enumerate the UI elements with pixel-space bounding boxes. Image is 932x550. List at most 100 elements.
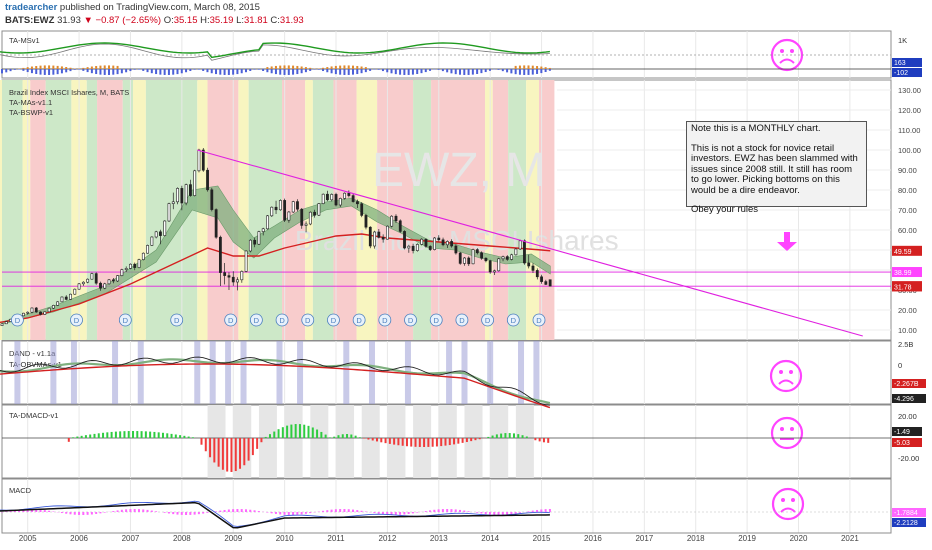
indicator-label: MACD: [9, 486, 32, 495]
candle-body: [73, 288, 77, 295]
watermark-ticker: EWZ, M: [372, 144, 545, 197]
candle-body: [424, 238, 428, 247]
dmacd-histogram-bar: [542, 438, 545, 443]
candle-body: [124, 268, 128, 270]
dmacd-histogram-bar: [106, 432, 109, 438]
ms-histogram-bar: [304, 67, 307, 69]
ms-histogram-bar: [313, 69, 316, 70]
candle-body: [214, 209, 218, 238]
macd-histogram-bar: [544, 509, 547, 512]
candle: [154, 230, 158, 239]
ms-histogram-bar: [150, 69, 153, 74]
dividend-marker-label: D: [279, 316, 285, 325]
ms-histogram-bar: [506, 69, 509, 73]
dmacd-histogram-bar: [209, 438, 212, 458]
macd-histogram-bar: [429, 510, 432, 512]
ms-histogram-bar: [317, 69, 320, 70]
candle: [60, 296, 64, 303]
ms-histogram-bar: [343, 65, 346, 69]
chart-canvas[interactable]: EWZ, MBrazil Index MSCI Ishares2005 2006 2…: [0, 0, 932, 550]
macd-histogram-bar: [373, 512, 376, 514]
ms-histogram-bar: [309, 69, 312, 71]
dmacd-histogram-bar: [303, 424, 306, 438]
dmacd-histogram-bar: [298, 424, 301, 438]
annotation-note[interactable]: Note this is a MONTHLY chart. This is no…: [686, 121, 867, 215]
ms-histogram-bar: [189, 69, 192, 72]
ms-histogram-bar: [334, 69, 337, 75]
dividend-marker-label: D: [15, 316, 21, 325]
candle-body: [141, 252, 145, 260]
dividend-marker-label: D: [305, 316, 311, 325]
candle-body: [90, 273, 94, 280]
candle: [548, 279, 552, 287]
macd-histogram-bar: [249, 509, 252, 512]
candle-body: [116, 275, 120, 282]
macd-histogram-bar: [257, 511, 260, 512]
dmacd-band: [490, 405, 509, 478]
macd-histogram-bar: [232, 509, 235, 512]
macd-histogram-bar: [82, 512, 85, 515]
candle: [90, 272, 94, 280]
dmacd-histogram-bar: [508, 433, 511, 438]
x-tick-label: 2008: [173, 534, 191, 543]
candle-body: [60, 296, 64, 303]
candle: [210, 187, 214, 212]
candle-body: [137, 259, 141, 268]
ms-histogram-bar: [339, 65, 342, 69]
ms-histogram-bar: [210, 69, 213, 74]
dmacd-histogram-bar: [405, 438, 408, 447]
ms-histogram-bar: [416, 69, 419, 75]
candle-body: [493, 270, 496, 273]
candle-body: [193, 170, 197, 196]
indicator-tag-label: -2.267B: [894, 381, 919, 388]
macd-histogram-bar: [266, 512, 269, 513]
candle: [257, 230, 261, 245]
ms-histogram-bar: [488, 69, 491, 71]
macd-histogram-bar: [548, 509, 551, 512]
candle-body: [334, 194, 338, 206]
macd-histogram-bar: [116, 510, 119, 512]
candle-body: [540, 276, 543, 282]
candle: [278, 199, 282, 211]
candle-body: [210, 189, 214, 210]
candle-body: [467, 257, 471, 265]
candle: [94, 272, 98, 285]
candle: [433, 237, 436, 251]
ms-histogram-bar: [227, 69, 230, 75]
price-pane-label: TA-BSWP-v1: [9, 108, 53, 117]
candle: [146, 244, 149, 254]
candle-body: [411, 245, 415, 251]
macd-histogram-bar: [129, 509, 132, 512]
ms-histogram-bar: [26, 69, 29, 73]
candle: [141, 252, 145, 261]
ms-histogram-bar: [30, 66, 33, 69]
dmacd-histogram-bar: [328, 437, 331, 438]
candle: [424, 238, 428, 248]
ms-histogram-bar: [253, 69, 256, 70]
ms-histogram-bar: [424, 69, 427, 73]
candle-body: [321, 193, 325, 204]
dmacd-histogram-bar: [547, 438, 550, 443]
macd-histogram-bar: [244, 509, 247, 512]
macd-histogram-bar: [527, 511, 530, 512]
macd-histogram-bar: [155, 511, 158, 512]
ms-histogram-bar: [471, 69, 474, 75]
candle: [176, 187, 179, 205]
dand-band: [194, 341, 201, 404]
ms-histogram-bar: [22, 67, 25, 69]
candle-body: [129, 263, 132, 269]
macd-histogram-bar: [334, 509, 337, 512]
ms-histogram-bar: [548, 69, 551, 71]
macd-histogram-bar: [467, 511, 470, 512]
price-tag-label: 31.78: [894, 284, 912, 291]
candle: [510, 253, 514, 261]
candle-body: [407, 245, 411, 249]
ms-histogram-bar: [35, 69, 38, 74]
panel-frame: [1, 478, 892, 534]
candle-body: [167, 203, 171, 222]
macd-histogram-bar: [236, 509, 239, 512]
y-tick-label: 120.00: [898, 106, 921, 115]
ms-histogram-bar: [540, 66, 543, 69]
candle-body: [510, 254, 514, 260]
candle: [343, 192, 346, 200]
